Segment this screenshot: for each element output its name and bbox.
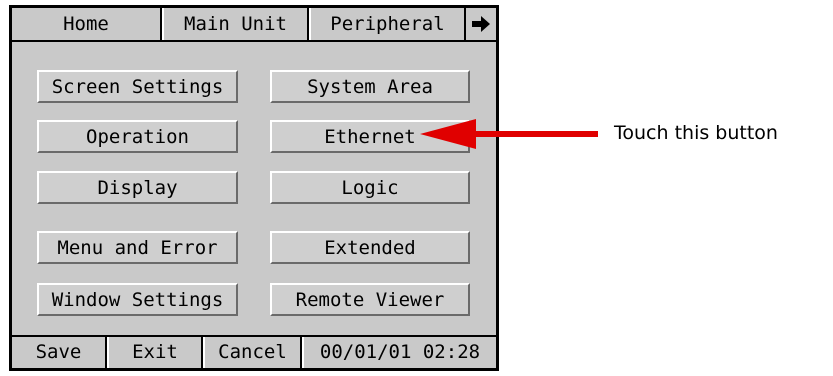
system-area-button[interactable]: System Area [270,70,470,103]
screen-settings-button[interactable]: Screen Settings [37,70,238,103]
display-button[interactable]: Display [37,171,238,204]
tab-main-unit[interactable]: Main Unit [162,8,309,40]
remote-viewer-button[interactable]: Remote Viewer [270,283,470,316]
tab-peripheral[interactable]: Peripheral [309,8,466,40]
right-arrow-icon [472,16,490,32]
save-button[interactable]: Save [12,337,107,368]
menu-and-error-button[interactable]: Menu and Error [37,231,238,264]
extended-button[interactable]: Extended [270,231,470,264]
exit-button[interactable]: Exit [107,337,203,368]
datetime-display: 00/01/01 02:28 [302,337,496,368]
tab-bar: Home Main Unit Peripheral [12,8,496,42]
bottom-bar: Save Exit Cancel 00/01/01 02:28 [12,335,496,368]
window-settings-button[interactable]: Window Settings [37,283,238,316]
settings-panel: Home Main Unit Peripheral Screen Setting… [9,5,499,371]
annotation-label: Touch this button [614,122,778,144]
pointer-arrow-icon [420,119,598,149]
cancel-button[interactable]: Cancel [203,337,302,368]
operation-button[interactable]: Operation [37,120,238,153]
tab-home[interactable]: Home [12,8,162,40]
tab-next-button[interactable] [466,8,496,40]
logic-button[interactable]: Logic [270,171,470,204]
